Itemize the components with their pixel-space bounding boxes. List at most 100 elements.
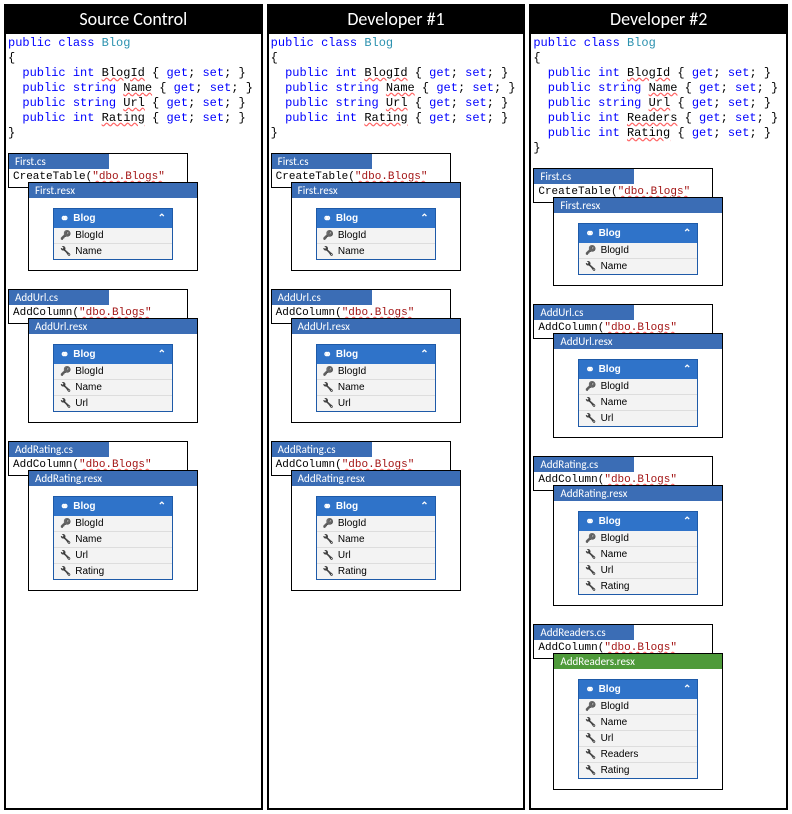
resx-file-tab: First.resx: [554, 198, 722, 213]
chevron-up-icon: [683, 364, 691, 375]
entity-fields: BlogId Name: [54, 228, 172, 259]
migration-group: AddReaders.csAddColumn("dbo.Blogs"AddRea…: [531, 624, 786, 790]
wrench-icon: [323, 382, 334, 393]
wrench-icon: [323, 398, 334, 409]
field-name: BlogId: [75, 366, 103, 377]
field-name: BlogId: [601, 245, 629, 256]
migration-group: AddUrl.csAddColumn("dbo.Blogs"AddUrl.res…: [531, 304, 786, 438]
resx-body: Blog BlogIdName Url: [292, 334, 460, 422]
entity-fields: BlogIdName: [579, 243, 697, 274]
entity-diagram: BlogBlogIdNameUrlRating: [53, 496, 173, 580]
entity-field-row: Name: [54, 531, 172, 547]
entity-fields: BlogIdNameUrl: [54, 364, 172, 411]
wrench-icon: [323, 534, 334, 545]
entity-name: Blog: [599, 364, 621, 375]
entity-diagram: Blog BlogId Name Url: [578, 359, 698, 427]
chevron-up-icon: [420, 501, 428, 512]
entity-field-row: Name: [317, 379, 435, 395]
resx-file-tab: First.resx: [292, 183, 460, 198]
migration-group: First.csCreateTable("dbo.Blogs"First.res…: [6, 153, 261, 271]
resx-file-tab: AddReaders.resx: [554, 654, 722, 669]
link-icon: [60, 212, 69, 225]
entity-name: Blog: [599, 684, 621, 695]
entity-field-row: Url: [54, 547, 172, 563]
chevron-up-icon: [420, 349, 428, 360]
wrench-icon: [60, 550, 71, 561]
entity-field-row: BlogId: [317, 364, 435, 379]
wrench-icon: [585, 717, 596, 728]
field-name: BlogId: [338, 230, 366, 241]
wrench-icon: [60, 534, 71, 545]
field-name: BlogId: [601, 381, 629, 392]
chevron-up-icon: [683, 684, 691, 695]
col-header: Developer #2: [531, 6, 786, 34]
wrench-icon: [585, 565, 596, 576]
entity-field-row: BlogId: [54, 364, 172, 379]
chevron-up-icon: [683, 516, 691, 527]
wrench-icon: [60, 398, 71, 409]
entity-diagram: Blog BlogIdName Url: [316, 344, 436, 412]
field-name: BlogId: [338, 518, 366, 529]
chevron-up-icon: [158, 213, 166, 224]
key-icon: [323, 366, 334, 377]
entity-field-row: Name: [579, 546, 697, 562]
cs-file-tab: AddUrl.cs: [9, 290, 109, 305]
entity-header: Blog: [317, 497, 435, 516]
resx-file-tab: AddUrl.resx: [292, 319, 460, 334]
link-icon: [585, 683, 594, 696]
wrench-icon: [323, 246, 334, 257]
field-name: BlogId: [75, 230, 103, 241]
entity-field-row: Readers: [579, 746, 697, 762]
entity-fields: BlogIdNameUrlRating: [317, 516, 435, 579]
entity-field-row: Name: [54, 243, 172, 259]
wrench-icon: [323, 566, 334, 577]
key-icon: [585, 245, 596, 256]
col-dev-2: Developer #2 public class Blog { public …: [529, 4, 788, 810]
resx-file: AddRating.resxBlogBlogIdNameUrlRating: [553, 485, 723, 606]
chevron-up-icon: [683, 228, 691, 239]
entity-field-row: BlogId: [579, 243, 697, 258]
cs-file-tab: AddUrl.cs: [272, 290, 372, 305]
field-name: Name: [338, 246, 365, 257]
entity-name: Blog: [336, 349, 358, 360]
entity-diagram: Blog BlogId Name: [53, 208, 173, 260]
entity-fields: BlogId Name: [317, 228, 435, 259]
entity-fields: BlogIdNameUrlRating: [54, 516, 172, 579]
entity-fields: BlogIdName Url: [317, 364, 435, 411]
chevron-up-icon: [158, 501, 166, 512]
cs-file-tab: AddUrl.cs: [534, 305, 634, 320]
field-name: Name: [601, 397, 628, 408]
resx-file: AddReaders.resxBlogBlogIdNameUrlReadersR…: [553, 653, 723, 790]
link-icon: [323, 212, 332, 225]
link-icon: [585, 227, 594, 240]
entity-diagram: Blog BlogId Name: [316, 208, 436, 260]
migration-group: AddRating.csAddColumn("dbo.Blogs"AddRati…: [269, 441, 524, 591]
field-name: Url: [338, 398, 351, 409]
entity-name: Blog: [336, 213, 358, 224]
entity-field-row: Rating: [579, 578, 697, 594]
field-name: Rating: [338, 566, 367, 577]
resx-body: BlogBlogIdNameUrlReadersRating: [554, 669, 722, 789]
cs-file-tab: AddReaders.cs: [534, 625, 634, 640]
migration-group: AddUrl.csAddColumn("dbo.Blogs"AddUrl.res…: [269, 289, 524, 423]
field-name: Name: [338, 534, 365, 545]
entity-field-row: Url: [317, 395, 435, 411]
resx-body: BlogBlogIdNameUrlRating: [554, 501, 722, 605]
link-icon: [60, 500, 69, 513]
link-icon: [60, 348, 69, 361]
key-icon: [60, 518, 71, 529]
entity-header: Blog: [54, 497, 172, 516]
code-block-sc: public class Blog { public int BlogId { …: [6, 34, 261, 147]
entity-name: Blog: [73, 213, 95, 224]
col-dev-1: Developer #1 public class Blog { public …: [267, 4, 526, 810]
field-name: Url: [601, 413, 614, 424]
entity-field-row: BlogId: [579, 699, 697, 714]
field-name: Rating: [75, 566, 104, 577]
entity-header: Blog: [317, 345, 435, 364]
cs-file-tab: First.cs: [9, 154, 109, 169]
migration-group: AddUrl.csAddColumn("dbo.Blogs"AddUrl.res…: [6, 289, 261, 423]
resx-file: First.resxBlogBlogIdName: [553, 197, 723, 286]
entity-field-row: Rating: [317, 563, 435, 579]
field-name: Name: [75, 382, 102, 393]
link-icon: [323, 500, 332, 513]
